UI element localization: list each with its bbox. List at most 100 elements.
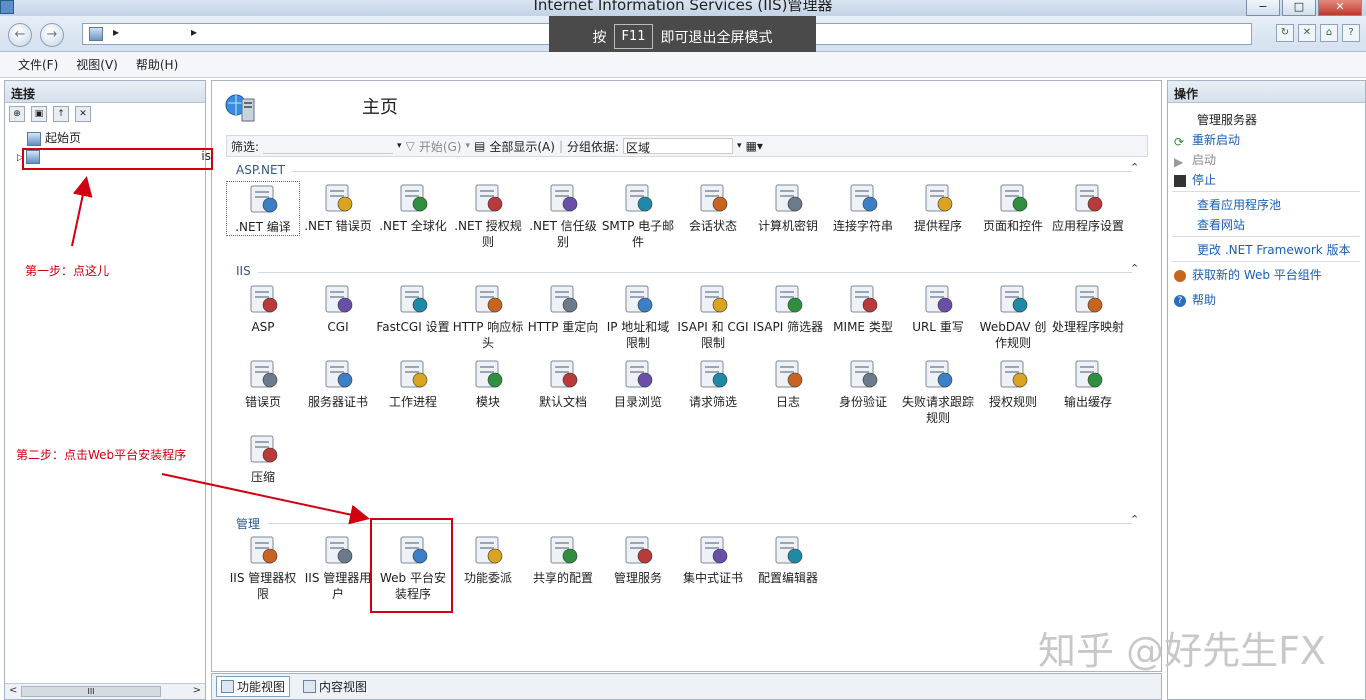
help-link[interactable]: ? 帮助 [1174, 291, 1216, 308]
disconnect-icon[interactable]: ✕ [75, 106, 91, 122]
feature-tile[interactable]: 输出缓存 [1051, 357, 1125, 410]
feature-tile[interactable]: URL 重写 [901, 282, 975, 335]
menu-file[interactable]: 文件(F) [18, 56, 58, 73]
feature-tile[interactable]: WebDAV 创作规则 [976, 282, 1050, 351]
feature-tile[interactable]: .NET 授权规则 [451, 181, 525, 250]
feature-tile[interactable]: 连接字符串 [826, 181, 900, 234]
feature-tile[interactable]: 功能委派 [451, 533, 525, 586]
feature-label: 授权规则 [988, 395, 1037, 409]
restart-action[interactable]: ⟳ 重新启动 [1174, 131, 1241, 149]
get-web-components-link[interactable]: 获取新的 Web 平台组件 [1174, 266, 1322, 283]
feature-icon [250, 285, 278, 313]
back-button[interactable]: ← [8, 23, 32, 47]
up-icon[interactable]: ↑ [53, 106, 69, 122]
feature-tile[interactable]: ISAPI 筛选器 [751, 282, 825, 335]
maximize-button[interactable]: □ [1282, 0, 1316, 16]
home-icon[interactable]: ⌂ [1320, 24, 1338, 42]
view-mode-icon[interactable]: ▦▾ [746, 139, 763, 153]
content-view-tab[interactable]: 内容视图 [298, 676, 372, 697]
feature-icon [475, 536, 503, 564]
filter-dropdown-icon[interactable]: ▾ [397, 141, 402, 151]
feature-tile[interactable]: IP 地址和域限制 [601, 282, 675, 351]
feature-tile[interactable]: 处理程序映射 [1051, 282, 1125, 335]
feature-tile[interactable]: 错误页 [226, 357, 300, 410]
feature-tile[interactable]: .NET 全球化 [376, 181, 450, 234]
connect-icon[interactable]: ⊕ [9, 106, 25, 122]
feature-tile[interactable]: MIME 类型 [826, 282, 900, 335]
stop-icon[interactable]: ✕ [1298, 24, 1316, 42]
show-all-icon[interactable]: ▤ [474, 139, 485, 153]
feature-tile[interactable]: FastCGI 设置 [376, 282, 450, 335]
feature-tile[interactable]: IIS 管理器权限 [226, 533, 300, 602]
feature-tile[interactable]: 共享的配置 [526, 533, 600, 586]
feature-tile[interactable]: 默认文档 [526, 357, 600, 410]
feature-tile[interactable]: 计算机密钥 [751, 181, 825, 234]
feature-tile[interactable]: 集中式证书 [676, 533, 750, 586]
feature-tile[interactable]: IIS 管理器用户 [301, 533, 375, 602]
forward-button[interactable]: → [40, 23, 64, 47]
start-action[interactable]: ▶ 启动 [1174, 151, 1217, 169]
feature-tile[interactable]: 应用程序设置 [1051, 181, 1125, 234]
section-header-2: 管理 [236, 517, 261, 531]
start-dropdown-icon[interactable]: ▾ [465, 141, 470, 151]
feature-view-tab[interactable]: 功能视图 [216, 676, 291, 697]
feature-tile[interactable]: 授权规则 [976, 357, 1050, 410]
feature-tile[interactable]: 日志 [751, 357, 825, 410]
feature-tile[interactable]: 会话状态 [676, 181, 750, 234]
view-app-pools-link[interactable]: 查看应用程序池 [1197, 196, 1281, 213]
breadcrumb-separator[interactable]: ▸ [191, 25, 197, 39]
menu-view[interactable]: 视图(V) [76, 56, 118, 73]
menu-help[interactable]: 帮助(H) [136, 56, 178, 73]
feature-tile[interactable]: ASP [226, 282, 300, 335]
funnel-icon[interactable]: ▽ [406, 139, 415, 153]
feature-tile[interactable]: .NET 信任级别 [526, 181, 600, 250]
feature-tile[interactable]: 身份验证 [826, 357, 900, 410]
restart-label: 重新启动 [1192, 133, 1241, 147]
show-all-button[interactable]: 全部显示(A) [489, 138, 555, 155]
feature-tile[interactable]: 失败请求跟踪规则 [901, 357, 975, 426]
feature-tile[interactable]: 服务器证书 [301, 357, 375, 410]
filter-input[interactable] [263, 138, 394, 154]
scroll-thumb[interactable]: III [21, 686, 161, 697]
collapse-icon[interactable]: ⌃ [1130, 161, 1139, 174]
feature-tile[interactable]: 目录浏览 [601, 357, 675, 410]
collapse-icon[interactable]: ⌃ [1130, 262, 1139, 275]
feature-tile[interactable]: HTTP 响应标头 [451, 282, 525, 351]
feature-tile[interactable]: 提供程序 [901, 181, 975, 234]
tree-item-start-page[interactable]: 起始页 [27, 129, 81, 147]
feature-icon [1000, 360, 1028, 388]
feature-icon [925, 285, 953, 313]
group-by-select[interactable]: 区域 [623, 138, 734, 155]
close-button[interactable]: ✕ [1318, 0, 1362, 16]
feature-tile[interactable]: ISAPI 和 CGI 限制 [676, 282, 750, 351]
stop-action[interactable]: 停止 [1174, 171, 1216, 188]
start-filter-button[interactable]: 开始(G) [419, 138, 462, 155]
feature-icon [1000, 285, 1028, 313]
feature-tile[interactable]: .NET 编译 [226, 181, 300, 236]
feature-tile[interactable]: 管理服务 [601, 533, 675, 586]
refresh-icon[interactable]: ↻ [1276, 24, 1294, 42]
feature-tile[interactable]: SMTP 电子邮件 [601, 181, 675, 250]
feature-tile[interactable]: CGI [301, 282, 375, 335]
group-dropdown-icon[interactable]: ▾ [737, 141, 742, 151]
feature-tile[interactable]: 页面和控件 [976, 181, 1050, 234]
scroll-left-icon[interactable]: < [9, 685, 17, 696]
minimize-button[interactable]: − [1246, 0, 1280, 16]
start-label: 启动 [1192, 153, 1217, 167]
change-net-version-link[interactable]: 更改 .NET Framework 版本 [1197, 241, 1351, 258]
scroll-right-icon[interactable]: > [193, 685, 201, 696]
save-icon[interactable]: ▣ [31, 106, 47, 122]
breadcrumb-separator[interactable]: ▸ [113, 25, 119, 39]
feature-tile[interactable]: 模块 [451, 357, 525, 410]
feature-tile[interactable]: .NET 错误页 [301, 181, 375, 234]
feature-tile[interactable]: 请求筛选 [676, 357, 750, 410]
help-dropdown-icon[interactable]: ? [1342, 24, 1360, 42]
view-sites-link[interactable]: 查看网站 [1197, 216, 1245, 233]
feature-tile[interactable]: 配置编辑器 [751, 533, 825, 586]
feature-tile[interactable]: HTTP 重定向 [526, 282, 600, 335]
horizontal-scrollbar[interactable]: < III > [5, 683, 205, 699]
feature-tile[interactable]: 工作进程 [376, 357, 450, 410]
feature-tile[interactable]: 压缩 [226, 432, 300, 485]
section-divider [258, 272, 1132, 273]
collapse-icon[interactable]: ⌃ [1130, 513, 1139, 526]
